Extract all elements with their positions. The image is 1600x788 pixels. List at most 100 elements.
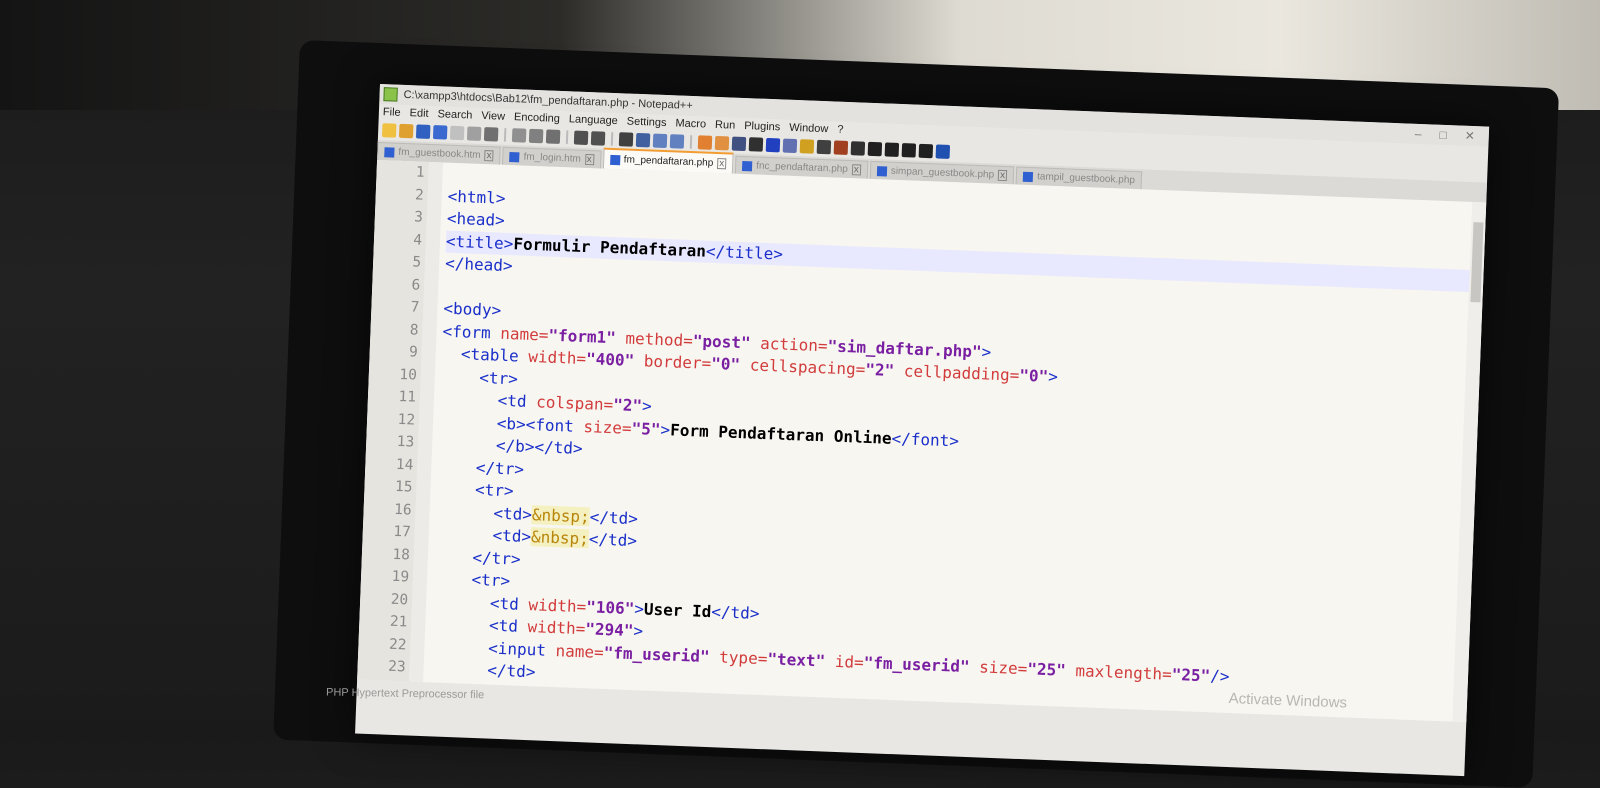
line-number: 4	[412, 231, 423, 249]
zoom-out-icon[interactable]	[669, 134, 685, 149]
code-token: <body>	[443, 298, 502, 320]
show-all-chars-icon[interactable]	[748, 137, 764, 152]
toolbar-separator	[689, 134, 693, 150]
stop-macro-icon[interactable]	[884, 142, 900, 157]
open-file-icon[interactable]	[398, 123, 414, 139]
menu-settings[interactable]: Settings	[627, 116, 667, 130]
file-icon	[1022, 171, 1034, 182]
code-token: "400"	[585, 349, 635, 370]
window-controls: – □ ✕	[1415, 127, 1489, 144]
code-token: />	[1209, 665, 1230, 686]
code-token: <td	[489, 593, 529, 614]
copy-icon[interactable]	[528, 128, 544, 144]
code-token: </title>	[705, 241, 784, 264]
close-tab-icon[interactable]: x	[851, 164, 862, 176]
save-icon[interactable]	[415, 124, 431, 139]
line-number: 1	[415, 164, 425, 181]
sync-scroll-icon[interactable]	[697, 135, 713, 150]
zoom-in-icon[interactable]	[652, 133, 668, 149]
menu-window[interactable]: Window	[789, 122, 829, 135]
menu-edit[interactable]: Edit	[409, 107, 428, 120]
close-tab-icon[interactable]: x	[717, 158, 727, 170]
code-token: </tr>	[472, 547, 521, 569]
record-macro-icon[interactable]	[867, 141, 883, 157]
close-file-icon[interactable]	[449, 125, 465, 141]
cut-icon[interactable]	[511, 128, 527, 143]
replace-icon[interactable]	[635, 132, 651, 148]
toolbar-separator	[565, 130, 569, 145]
code-token: </b></td>	[495, 435, 584, 459]
menu-help[interactable]: ?	[837, 124, 844, 136]
folder-workspace-icon[interactable]	[833, 140, 849, 156]
code-token: </tr>	[475, 457, 525, 479]
code-token: border=	[643, 351, 712, 373]
close-tab-icon[interactable]: x	[484, 150, 494, 162]
code-editor[interactable]: 1 2 3 4 5 6 7 8 9 10 11 12 13 14 15 16 1…	[357, 159, 1487, 723]
doc-map-icon[interactable]	[799, 139, 815, 154]
new-file-icon[interactable]	[381, 123, 397, 138]
close-tab-icon[interactable]: x	[584, 153, 594, 166]
code-token: <input	[487, 638, 556, 660]
save-macro-icon[interactable]	[935, 144, 951, 159]
toolbar-separator	[610, 131, 614, 146]
line-number: 16	[393, 501, 412, 519]
paste-icon[interactable]	[545, 129, 561, 144]
code-token: <td>	[493, 503, 533, 524]
code-token: "106"	[585, 596, 635, 618]
menu-language[interactable]: Language	[569, 113, 618, 127]
menu-encoding[interactable]: Encoding	[514, 111, 560, 125]
menu-run[interactable]: Run	[715, 119, 736, 132]
minimize-button[interactable]: –	[1415, 127, 1422, 141]
code-token: <table	[460, 344, 529, 366]
close-tab-icon[interactable]: x	[997, 169, 1008, 182]
code-token: </td>	[588, 529, 638, 551]
maximize-button[interactable]: □	[1439, 128, 1447, 142]
code-token: "5"	[631, 418, 661, 439]
menu-file[interactable]: File	[383, 106, 401, 119]
udl-icon[interactable]	[782, 138, 798, 154]
code-token: "text"	[767, 648, 826, 671]
sync-horizontal-icon[interactable]	[714, 135, 730, 151]
code-token: "0"	[1018, 365, 1049, 386]
code-token: cellpadding=	[903, 361, 1020, 385]
monitoring-icon[interactable]	[850, 141, 866, 156]
play-macro-icon[interactable]	[901, 143, 917, 158]
function-list-icon[interactable]	[816, 139, 832, 155]
line-number: 13	[396, 433, 415, 451]
word-wrap-icon[interactable]	[731, 136, 747, 152]
line-number: 22	[388, 636, 407, 653]
print-icon[interactable]	[483, 127, 499, 142]
code-token: id=	[834, 651, 865, 672]
redo-icon[interactable]	[590, 131, 606, 146]
indent-guide-icon[interactable]	[765, 137, 781, 153]
save-all-icon[interactable]	[432, 125, 448, 140]
code-token: "294"	[584, 619, 634, 641]
line-number: 5	[412, 254, 422, 271]
code-token: "form1"	[548, 325, 617, 347]
run-macro-icon[interactable]	[918, 143, 934, 159]
code-token: width=	[528, 594, 587, 616]
close-button[interactable]: ✕	[1464, 129, 1475, 143]
code-area[interactable]: <html> <head> <title>Formulir Pendaftaran<…	[423, 162, 1472, 721]
menu-macro[interactable]: Macro	[675, 117, 706, 130]
tab-label: fnc_pendaftaran.php	[755, 160, 849, 176]
file-icon	[876, 165, 888, 177]
undo-icon[interactable]	[573, 130, 589, 146]
menu-view[interactable]: View	[481, 110, 505, 123]
menu-search[interactable]: Search	[437, 108, 472, 121]
find-icon[interactable]	[618, 132, 634, 147]
menu-plugins[interactable]: Plugins	[744, 120, 781, 133]
code-token: >	[1047, 366, 1059, 387]
close-all-icon[interactable]	[466, 126, 482, 141]
code-token: </td>	[711, 601, 760, 623]
scrollbar-thumb[interactable]	[1470, 222, 1484, 303]
code-token: "25"	[1171, 664, 1211, 685]
